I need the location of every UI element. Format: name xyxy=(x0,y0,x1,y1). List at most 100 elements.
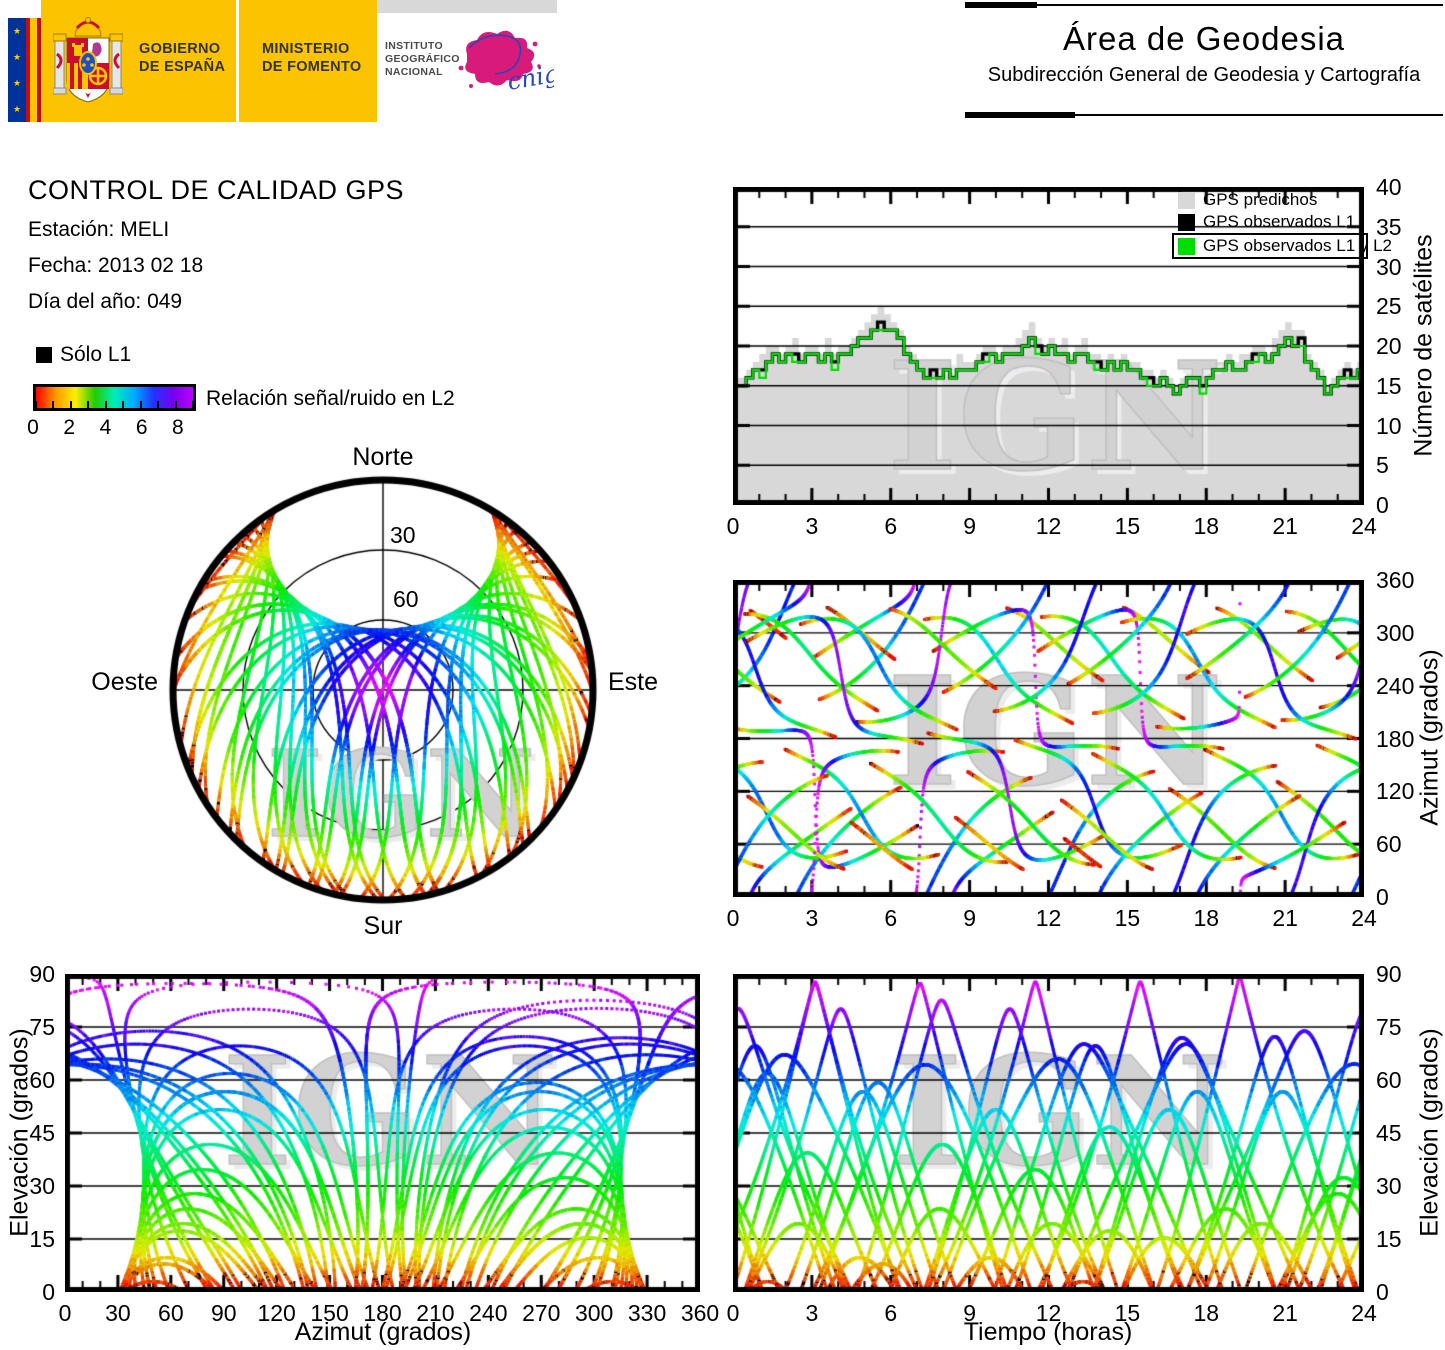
elev-azimuth-x-tick-label: 300 xyxy=(574,1300,614,1326)
elev-time-x-tick-label: 21 xyxy=(1272,1300,1298,1326)
elev-time-y-tick-label: 90 xyxy=(1376,961,1402,987)
elev-time-y-tick-label: 75 xyxy=(1376,1014,1402,1040)
rule xyxy=(965,114,1443,116)
azimuth-x-tick-label: 21 xyxy=(1272,905,1298,931)
colorbar-tick xyxy=(122,401,125,408)
elev-azimuth-y-tick-label: 75 xyxy=(29,1014,55,1040)
eu-star-icon: ★ xyxy=(12,51,22,62)
elev-azimuth-x-tick-label: 180 xyxy=(363,1300,402,1326)
nsat-y-axis-title: Número de satélites xyxy=(1409,234,1438,457)
nsat-y-tick-label: 30 xyxy=(1376,253,1402,280)
elevation-vs-azimuth-canvas xyxy=(65,974,700,1292)
colorbar-tick xyxy=(87,401,90,408)
doy-label: Día del año: 049 xyxy=(28,290,183,313)
elev-azimuth-y-tick-label: 90 xyxy=(29,961,55,987)
nsat-y-tick-label: 25 xyxy=(1376,293,1402,320)
azimuth-vs-time-canvas xyxy=(733,580,1364,897)
elev-azimuth-x-tick-label: 330 xyxy=(627,1300,667,1326)
elev-time-x-tick-label: 24 xyxy=(1351,1300,1377,1326)
gray-bar xyxy=(377,0,557,13)
azimuth-x-tick-label: 24 xyxy=(1351,905,1377,931)
elev-azimuth-x-tick-label: 150 xyxy=(310,1300,349,1326)
nsat-x-tick-label: 24 xyxy=(1351,513,1377,539)
elev-azimuth-y-tick-label: 60 xyxy=(29,1067,55,1093)
gobierno-logo-box: GOBIERNO DE ESPAÑA xyxy=(41,0,236,122)
nsat-x-tick-label: 3 xyxy=(805,513,819,539)
nsat-y-tick-label: 40 xyxy=(1376,174,1402,200)
colorbar-tick-label: 4 xyxy=(99,416,112,439)
azimuth-y-axis-title: Azimut (grados) xyxy=(1415,649,1444,826)
elev-time-x-tick-label: 3 xyxy=(805,1300,819,1326)
elev-time-y-tick-label: 0 xyxy=(1376,1279,1389,1305)
skyplot-north-label: Norte xyxy=(352,443,414,471)
legend-swatch xyxy=(1178,213,1195,231)
azimuth-y-tick-label: 240 xyxy=(1376,672,1415,699)
elev-azimuth-x-tick-label: 360 xyxy=(680,1300,720,1326)
azimuth-x-tick-label: 15 xyxy=(1114,905,1141,931)
elev-azimuth-x-tick-label: 270 xyxy=(522,1300,561,1326)
nsat-x-tick-label: 15 xyxy=(1114,513,1141,539)
ministerio-logo-box: MINISTERIO DE FOMENTO xyxy=(239,0,377,122)
azimuth-y-tick-label: 0 xyxy=(1376,884,1389,910)
satellite-count-legend: GPS predichos GPS observados L1 GPS observ… xyxy=(1172,189,1392,259)
elev-azimuth-x-tick-label: 90 xyxy=(210,1300,237,1326)
colorbar-tick-label: 2 xyxy=(63,416,76,439)
ministerio-label: MINISTERIO DE FOMENTO xyxy=(262,41,362,75)
snr-colorbar-caption: Relación señal/ruido en L2 xyxy=(206,387,455,410)
nsat-y-tick-label: 10 xyxy=(1376,412,1402,439)
snr-colorbar xyxy=(33,384,196,411)
colorbar-tick xyxy=(192,401,194,408)
legend-entry: GPS predichos xyxy=(1178,189,1368,211)
elev-time-y-tick-label: 45 xyxy=(1376,1120,1402,1146)
azimuth-y-tick-label: 60 xyxy=(1376,831,1402,858)
elev-azimuth-x-tick-label: 210 xyxy=(416,1300,455,1326)
azimuth-y-tick-label: 300 xyxy=(1376,619,1415,646)
skyplot-east-label: Este xyxy=(608,668,659,696)
elev-time-x-tick-label: 0 xyxy=(726,1300,740,1326)
elev-time-x-tick-label: 15 xyxy=(1114,1300,1141,1326)
elev-time-y-tick-label: 30 xyxy=(1376,1173,1402,1199)
page: ★ ★ ★ ★ GOBIERNO DE ESPAÑA MINISTERIO DE… xyxy=(0,0,1445,1350)
station-label: Estación: MELI xyxy=(28,218,170,241)
elev-time-x-tick-label: 18 xyxy=(1193,1300,1220,1326)
elev-azimuth-x-tick-label: 0 xyxy=(58,1300,72,1326)
elev-time-x-tick-label: 9 xyxy=(963,1300,977,1326)
colorbar-tick xyxy=(174,401,177,408)
azimuth-x-tick-label: 3 xyxy=(805,905,819,931)
colorbar-tick-label: 0 xyxy=(27,416,39,439)
skyplot-west-label: Oeste xyxy=(91,668,158,696)
elev-azimuth-x-tick-label: 60 xyxy=(158,1300,184,1326)
azimuth-y-tick-label: 180 xyxy=(1376,725,1415,752)
legend-entry-label: GPS predichos xyxy=(1203,190,1318,209)
colorbar-tick-label: 8 xyxy=(172,416,184,439)
nsat-x-tick-label: 0 xyxy=(726,513,740,539)
rule xyxy=(965,4,1443,6)
elev-azimuth-x-tick-label: 240 xyxy=(469,1300,508,1326)
colorbar-tick xyxy=(157,401,160,408)
azimuth-x-tick-label: 6 xyxy=(884,905,898,931)
azimuth-x-tick-label: 0 xyxy=(726,905,740,931)
skyplot-south-label: Sur xyxy=(363,912,403,940)
legend-entry-label: GPS observados L1 y L2 xyxy=(1203,236,1393,255)
elev-azimuth-y-tick-label: 45 xyxy=(29,1120,55,1146)
legend-entry: GPS observados L1 xyxy=(1178,211,1368,233)
date-label: Fecha: 2013 02 18 xyxy=(28,254,204,277)
elev-time-y-axis-title: Elevación (grados) xyxy=(1415,1028,1444,1237)
nsat-x-tick-label: 6 xyxy=(884,513,898,539)
colorbar-tick-label: 6 xyxy=(135,416,148,439)
nsat-y-tick-label: 20 xyxy=(1376,333,1402,359)
skyplot-ring60-label: 60 xyxy=(393,586,419,612)
gobierno-label: GOBIERNO DE ESPAÑA xyxy=(139,41,226,75)
skyplot-ring30-label: 30 xyxy=(390,522,416,548)
elev-azimuth-y-tick-label: 30 xyxy=(29,1173,55,1199)
azimuth-x-tick-label: 12 xyxy=(1035,905,1062,931)
elev-time-x-tick-label: 12 xyxy=(1035,1300,1062,1326)
elevation-vs-time-canvas xyxy=(733,974,1364,1292)
elev-azimuth-y-tick-label: 0 xyxy=(42,1279,55,1305)
eu-flag-icon: ★ ★ ★ ★ xyxy=(8,18,26,122)
nsat-x-tick-label: 12 xyxy=(1035,513,1062,539)
elev-time-y-tick-label: 15 xyxy=(1376,1226,1402,1252)
page-title: CONTROL DE CALIDAD GPS xyxy=(28,175,405,205)
elev-azimuth-x-tick-label: 120 xyxy=(257,1300,296,1326)
colorbar-tick xyxy=(139,401,142,408)
